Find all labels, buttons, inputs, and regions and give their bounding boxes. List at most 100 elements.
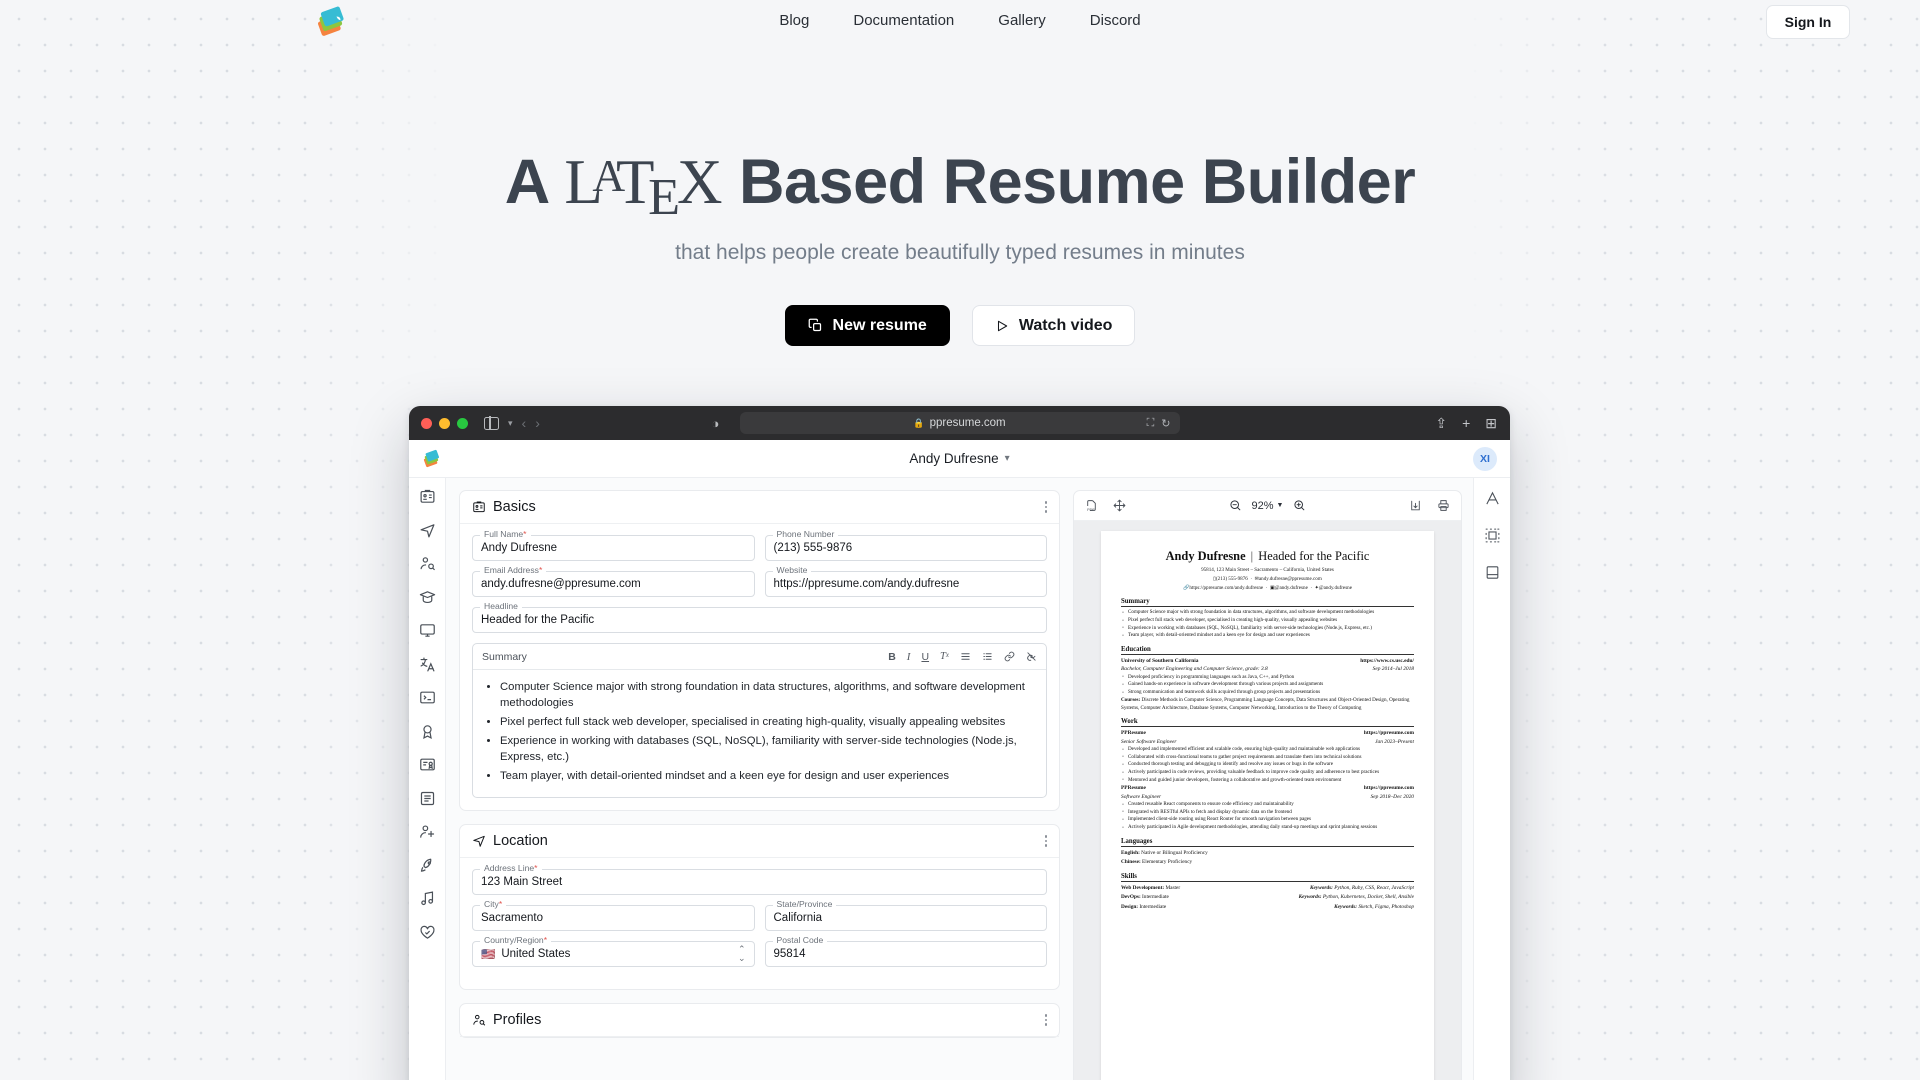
minimize-button[interactable]: [439, 417, 450, 429]
chevron-down-icon[interactable]: ▾: [508, 418, 513, 429]
resume-section-title: Summary: [1121, 598, 1414, 608]
profiles-icon[interactable]: [419, 555, 436, 572]
zoom-in-icon[interactable]: [1293, 499, 1306, 512]
document-title: Andy Dufresne: [909, 451, 999, 466]
translate-icon[interactable]: ⛶: [1147, 417, 1155, 430]
url-bar[interactable]: 🔒 ppresume.com ⛶ ↻: [739, 412, 1180, 434]
avatar[interactable]: XI: [1473, 446, 1497, 471]
underline-button[interactable]: U: [921, 651, 929, 663]
forward-arrow-icon[interactable]: ›: [535, 415, 540, 431]
new-tab-icon[interactable]: +: [1462, 415, 1470, 431]
interests-icon[interactable]: [419, 857, 436, 874]
education-courses: Courses: Discrete Methods in Computer Sc…: [1121, 697, 1414, 712]
zoom-out-icon[interactable]: [1229, 499, 1242, 512]
document-title-menu[interactable]: Andy Dufresne ▾: [909, 451, 1009, 466]
unlink-button[interactable]: [1026, 651, 1037, 662]
bold-button[interactable]: B: [888, 651, 896, 663]
link-button[interactable]: [1004, 651, 1015, 662]
privacy-shield-icon[interactable]: ◑: [712, 416, 720, 431]
pan-icon[interactable]: [1113, 499, 1126, 512]
list-item: Implemented client-side routing using Re…: [1121, 816, 1414, 824]
section-nav-rail: [409, 478, 446, 1080]
app-logo-icon[interactable]: [421, 449, 441, 469]
new-resume-button[interactable]: New resume: [784, 305, 950, 347]
zoom-level-value: 92%: [1251, 499, 1274, 512]
summary-label: Summary: [482, 650, 527, 663]
layout-icon[interactable]: [1484, 527, 1501, 544]
education-icon[interactable]: [419, 589, 436, 606]
lock-icon: 🔒: [913, 417, 925, 428]
browser-chrome: ▾ ‹ › ◑ 🔒 ppresume.com ⛶ ↻ ⇪ + ⊞: [409, 406, 1510, 440]
contact-line-2: ▯(213) 555-9876 · ✉andy.dufresne@ppresum…: [1213, 575, 1322, 582]
sign-in-button[interactable]: Sign In: [1766, 5, 1850, 39]
tab-overview-icon[interactable]: ⊞: [1485, 415, 1497, 432]
work-role: Senior Software Engineer: [1121, 738, 1177, 745]
latex-logo: LATEX: [564, 147, 722, 224]
basics-menu-button[interactable]: [1044, 499, 1047, 515]
chevron-down-icon: ▾: [1004, 453, 1010, 464]
zoom-level-dropdown[interactable]: 92% ▼: [1252, 500, 1284, 512]
nav-link-gallery[interactable]: Gallery: [998, 12, 1046, 29]
back-arrow-icon[interactable]: ‹: [522, 415, 527, 431]
skill-level: Master: [1165, 885, 1181, 892]
city-input[interactable]: Sacramento: [472, 905, 755, 932]
courses-label: Courses:: [1121, 696, 1141, 703]
maximize-button[interactable]: [457, 417, 468, 429]
page-icon[interactable]: [1484, 564, 1501, 581]
hero-title-suffix: Based Resume Builder: [722, 147, 1416, 217]
reload-icon[interactable]: ↻: [1161, 417, 1170, 430]
projects-icon[interactable]: [419, 622, 436, 639]
contact-phone: (213) 555-9876: [1215, 575, 1248, 582]
clear-format-button[interactable]: Tx: [940, 651, 949, 662]
nav-link-documentation[interactable]: Documentation: [853, 12, 954, 29]
list-item: Team player, with detail-oriented mindse…: [1121, 632, 1414, 640]
resume-name-line: Andy Dufresne | Headed for the Pacific: [1121, 549, 1414, 564]
profiles-menu-button[interactable]: [1044, 1012, 1047, 1028]
location-icon[interactable]: [419, 522, 436, 539]
browser-mockup: ▾ ‹ › ◑ 🔒 ppresume.com ⛶ ↻ ⇪ + ⊞ Andy Du…: [409, 406, 1510, 1080]
bullet-list-button[interactable]: [960, 651, 971, 662]
print-icon[interactable]: [1437, 499, 1450, 512]
skills-icon[interactable]: [419, 689, 436, 706]
skill-name-level: Web Development: Master: [1121, 884, 1180, 893]
typography-icon[interactable]: [1484, 490, 1501, 507]
country-region-label: Country/Region*: [480, 935, 552, 946]
numbered-list-button[interactable]: [982, 651, 993, 662]
summary-content[interactable]: Computer Science major with strong found…: [473, 670, 1046, 797]
certificates-icon[interactable]: [419, 756, 436, 773]
pdf-icon[interactable]: PDF: [1085, 499, 1098, 512]
italic-button[interactable]: I: [907, 651, 911, 663]
address-line-label-text: Address Line: [484, 863, 535, 874]
website-label: Website: [772, 565, 812, 575]
watch-video-button[interactable]: Watch video: [971, 305, 1136, 347]
nav-link-discord[interactable]: Discord: [1090, 12, 1141, 29]
publications-icon[interactable]: [419, 790, 436, 807]
required-marker: *: [543, 935, 548, 946]
required-marker: *: [538, 565, 543, 575]
latex-e: E: [648, 167, 680, 226]
design-rail: [1473, 478, 1510, 1080]
awards-icon[interactable]: [419, 723, 436, 740]
play-icon: [997, 320, 1008, 331]
languages-icon[interactable]: [419, 656, 436, 673]
sidebar-toggle-icon[interactable]: [484, 416, 499, 430]
summary-bullet-list: Computer Science major with strong found…: [485, 679, 1034, 784]
skill-level: Intermediate: [1142, 894, 1169, 901]
volunteer-icon[interactable]: [419, 924, 436, 941]
close-button[interactable]: [421, 417, 432, 429]
svg-text:PDF: PDF: [1087, 508, 1095, 512]
headline-input[interactable]: Headed for the Pacific: [472, 607, 1047, 633]
references-icon[interactable]: [419, 823, 436, 840]
pdf-paper-area[interactable]: Andy Dufresne | Headed for the Pacific 9…: [1074, 521, 1461, 1080]
basics-icon[interactable]: [419, 488, 436, 505]
address-line-input[interactable]: 123 Main Street: [472, 869, 1047, 896]
location-menu-button[interactable]: [1044, 833, 1047, 849]
basics-card: Basics Full Name* Andy Dufresne Phone Nu…: [459, 490, 1060, 812]
skill-entry: Web Development: Master Keywords: Python…: [1121, 884, 1414, 893]
share-icon[interactable]: ⇪: [1435, 415, 1447, 432]
music-icon[interactable]: [419, 890, 436, 907]
url-right-icons: ⛶ ↻: [1147, 417, 1171, 430]
nav-link-blog[interactable]: Blog: [779, 12, 809, 29]
site-logo[interactable]: [313, 5, 347, 39]
download-icon[interactable]: [1409, 499, 1422, 512]
